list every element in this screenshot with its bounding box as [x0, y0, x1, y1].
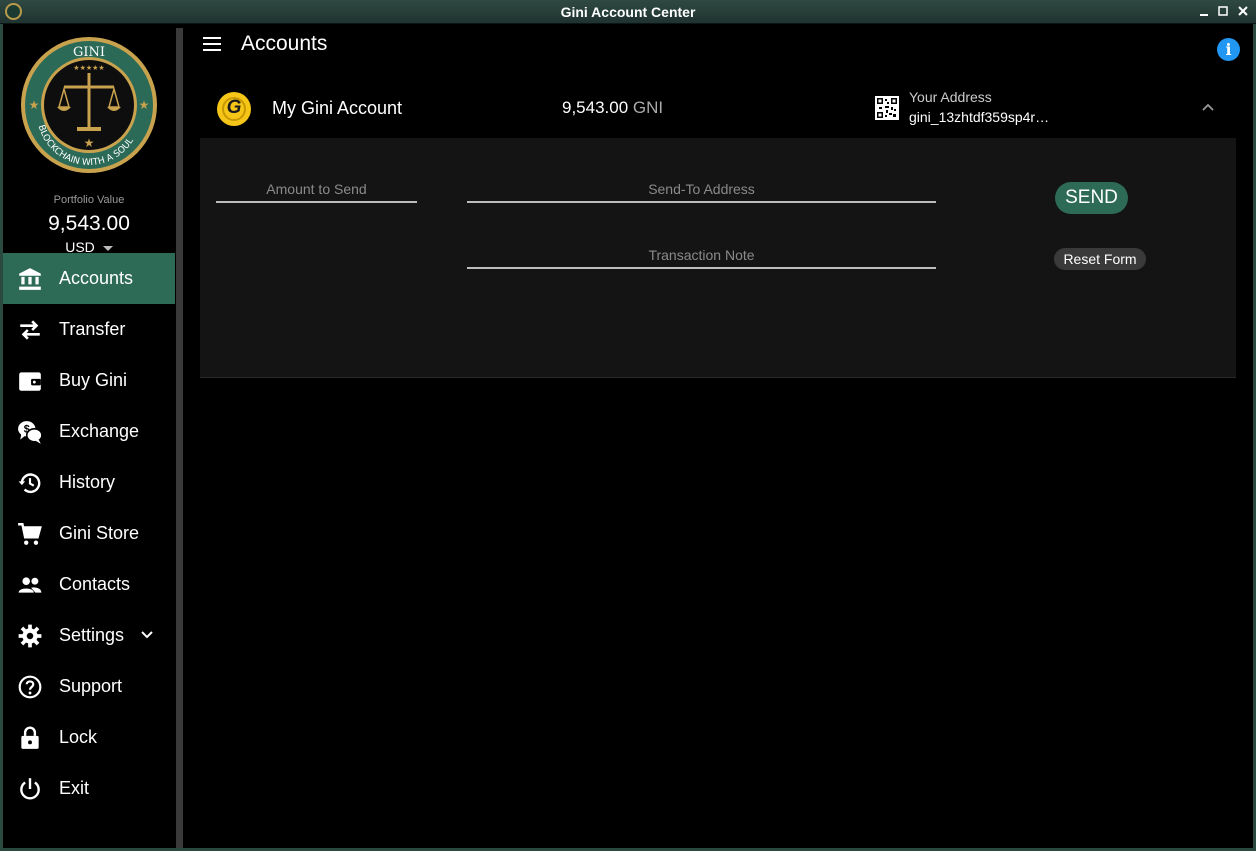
power-icon [17, 776, 43, 802]
window-title: Gini Account Center [560, 4, 696, 20]
chat-dollar-icon: $ [17, 419, 43, 445]
sidebar-item-label: Exchange [59, 421, 140, 441]
sidebar-item-label: Settings [59, 625, 125, 645]
people-icon [17, 572, 43, 598]
amount-placeholder: Amount to Send [266, 181, 367, 197]
address-label: Your Address [909, 89, 992, 105]
sidebar-item-lock[interactable]: Lock [3, 712, 175, 763]
bank-icon [17, 266, 43, 292]
cart-icon [17, 521, 43, 547]
balance-unit: GNI [632, 98, 664, 117]
send-to-address-input[interactable]: Send-To Address [467, 179, 936, 203]
sidebar-item-exchange[interactable]: $ Exchange [3, 406, 175, 457]
send-form-panel: Amount to Send Send-To Address Transacti… [200, 138, 1236, 378]
svg-text:GINI: GINI [73, 45, 105, 60]
svg-text:★: ★ [29, 98, 40, 112]
sidebar-item-transfer[interactable]: Transfer [3, 304, 175, 355]
sidebar-item-label: Buy Gini [59, 370, 128, 390]
svg-text:★: ★ [139, 98, 150, 112]
sidebar-item-label: History [59, 472, 116, 492]
maximize-icon[interactable] [1216, 4, 1230, 18]
svg-text:★★★★★: ★★★★★ [73, 64, 104, 72]
lock-icon [17, 725, 43, 751]
page-title: Accounts [241, 32, 328, 55]
portfolio-value-label: Portfolio Value [53, 194, 125, 206]
sidebar-item-history[interactable]: History [3, 457, 175, 508]
sidebar-item-label: Contacts [59, 574, 131, 594]
sidebar-item-label: Support [59, 676, 123, 696]
history-icon [17, 470, 43, 496]
balance-amount: 9,543.00 [562, 98, 629, 117]
close-icon[interactable] [1236, 4, 1250, 18]
svg-text:★: ★ [84, 136, 95, 150]
gini-coin-icon: G [217, 92, 251, 126]
sidebar-item-label: Transfer [59, 319, 126, 339]
gear-icon [17, 623, 43, 649]
sidebar-item-gini-store[interactable]: Gini Store [3, 508, 175, 559]
hamburger-menu-icon[interactable] [203, 37, 221, 51]
sidebar-item-support[interactable]: Support [3, 661, 175, 712]
caret-down-icon [102, 245, 113, 251]
reset-form-button[interactable]: Reset Form [1054, 248, 1146, 270]
minimize-icon[interactable] [1197, 4, 1211, 18]
sidebar-item-label: Lock [59, 727, 98, 747]
portfolio-value: 9,543.00 [48, 212, 130, 235]
wallet-icon [17, 368, 43, 394]
transaction-note-input[interactable]: Transaction Note [467, 245, 936, 269]
swap-arrows-icon [17, 317, 43, 343]
account-name: My Gini Account [272, 98, 403, 118]
coin-letter: G [226, 97, 242, 118]
sidebar-item-settings[interactable]: Settings [3, 610, 175, 661]
sidebar-nav: Accounts Transfer Buy Gini $ Exchange Hi… [3, 253, 175, 814]
svg-text:$: $ [24, 423, 30, 435]
sidebar-item-label: Accounts [59, 268, 134, 288]
sidebar-item-label: Gini Store [59, 523, 140, 543]
account-balance: 9,543.00 GNI [562, 98, 663, 118]
gini-seal-logo: GINI ★ ★ ★ ★★★★★ BLOCKCHAIN WITH A SOUL [21, 37, 157, 173]
sidebar-item-buy-gini[interactable]: Buy Gini [3, 355, 175, 406]
amount-to-send-input[interactable]: Amount to Send [216, 179, 417, 203]
window-title-bar: Gini Account Center [0, 0, 1256, 24]
info-icon[interactable]: i [1217, 38, 1240, 61]
send-button[interactable]: SEND [1055, 182, 1128, 214]
sidebar-item-accounts[interactable]: Accounts [3, 253, 175, 304]
address-placeholder: Send-To Address [648, 181, 755, 197]
account-address[interactable]: gini_13zhtdf359sp4r… [909, 109, 1049, 125]
sidebar-item-exit[interactable]: Exit [3, 763, 175, 814]
note-placeholder: Transaction Note [648, 247, 755, 263]
chevron-up-icon[interactable] [1200, 100, 1216, 116]
qr-code-icon[interactable] [875, 96, 899, 120]
account-row[interactable]: G My Gini Account 9,543.00 GNI Your Addr… [200, 80, 1236, 138]
chevron-down-icon[interactable] [139, 627, 155, 643]
sidebar-scrollbar[interactable] [176, 28, 183, 848]
sidebar-item-label: Exit [59, 778, 90, 798]
help-circle-icon [17, 674, 43, 700]
sidebar-item-contacts[interactable]: Contacts [3, 559, 175, 610]
